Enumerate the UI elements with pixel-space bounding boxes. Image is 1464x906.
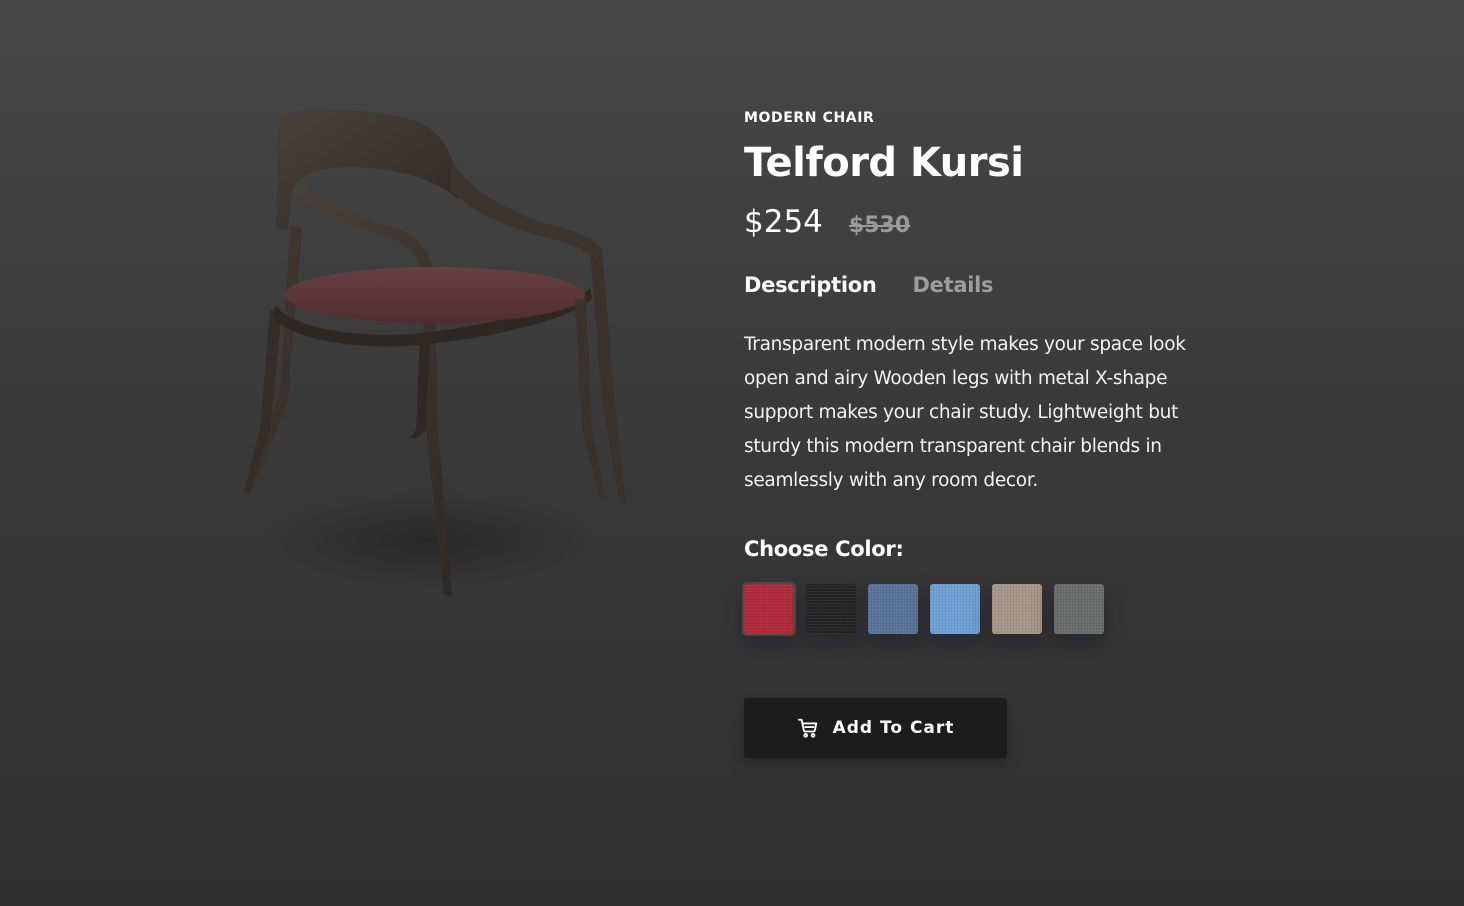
current-price: $254 — [744, 204, 823, 240]
color-swatch-black[interactable] — [806, 584, 856, 634]
color-swatches — [742, 582, 1214, 636]
color-swatch-denim-blue[interactable] — [868, 584, 918, 634]
product-category: MODERN CHAIR — [744, 110, 875, 126]
color-swatch-grey[interactable] — [1054, 584, 1104, 634]
tab-details[interactable]: Details — [913, 270, 994, 300]
tab-description[interactable]: Description — [744, 270, 877, 300]
chair-image — [230, 100, 630, 600]
product-page: MODERN CHAIR Telford Kursi $254 $530 Des… — [0, 0, 1464, 906]
color-swatch-red[interactable] — [742, 582, 796, 636]
cart-icon — [797, 717, 819, 739]
choose-color-label: Choose Color: — [744, 537, 904, 561]
original-price: $530 — [848, 213, 911, 238]
color-swatch-taupe[interactable] — [992, 584, 1042, 634]
chair-illustration — [244, 109, 626, 595]
product-details: MODERN CHAIR Telford Kursi $254 $530 Des… — [742, 108, 1214, 758]
info-tabs: Description Details — [744, 270, 1214, 300]
color-swatch-sky-blue[interactable] — [930, 584, 980, 634]
price-row: $254 $530 — [744, 202, 1214, 242]
add-to-cart-label: Add To Cart — [832, 718, 955, 738]
add-to-cart-button[interactable]: Add To Cart — [744, 698, 1007, 758]
product-title: Telford Kursi — [744, 140, 1024, 186]
product-description: Transparent modern style makes your spac… — [744, 334, 1186, 491]
